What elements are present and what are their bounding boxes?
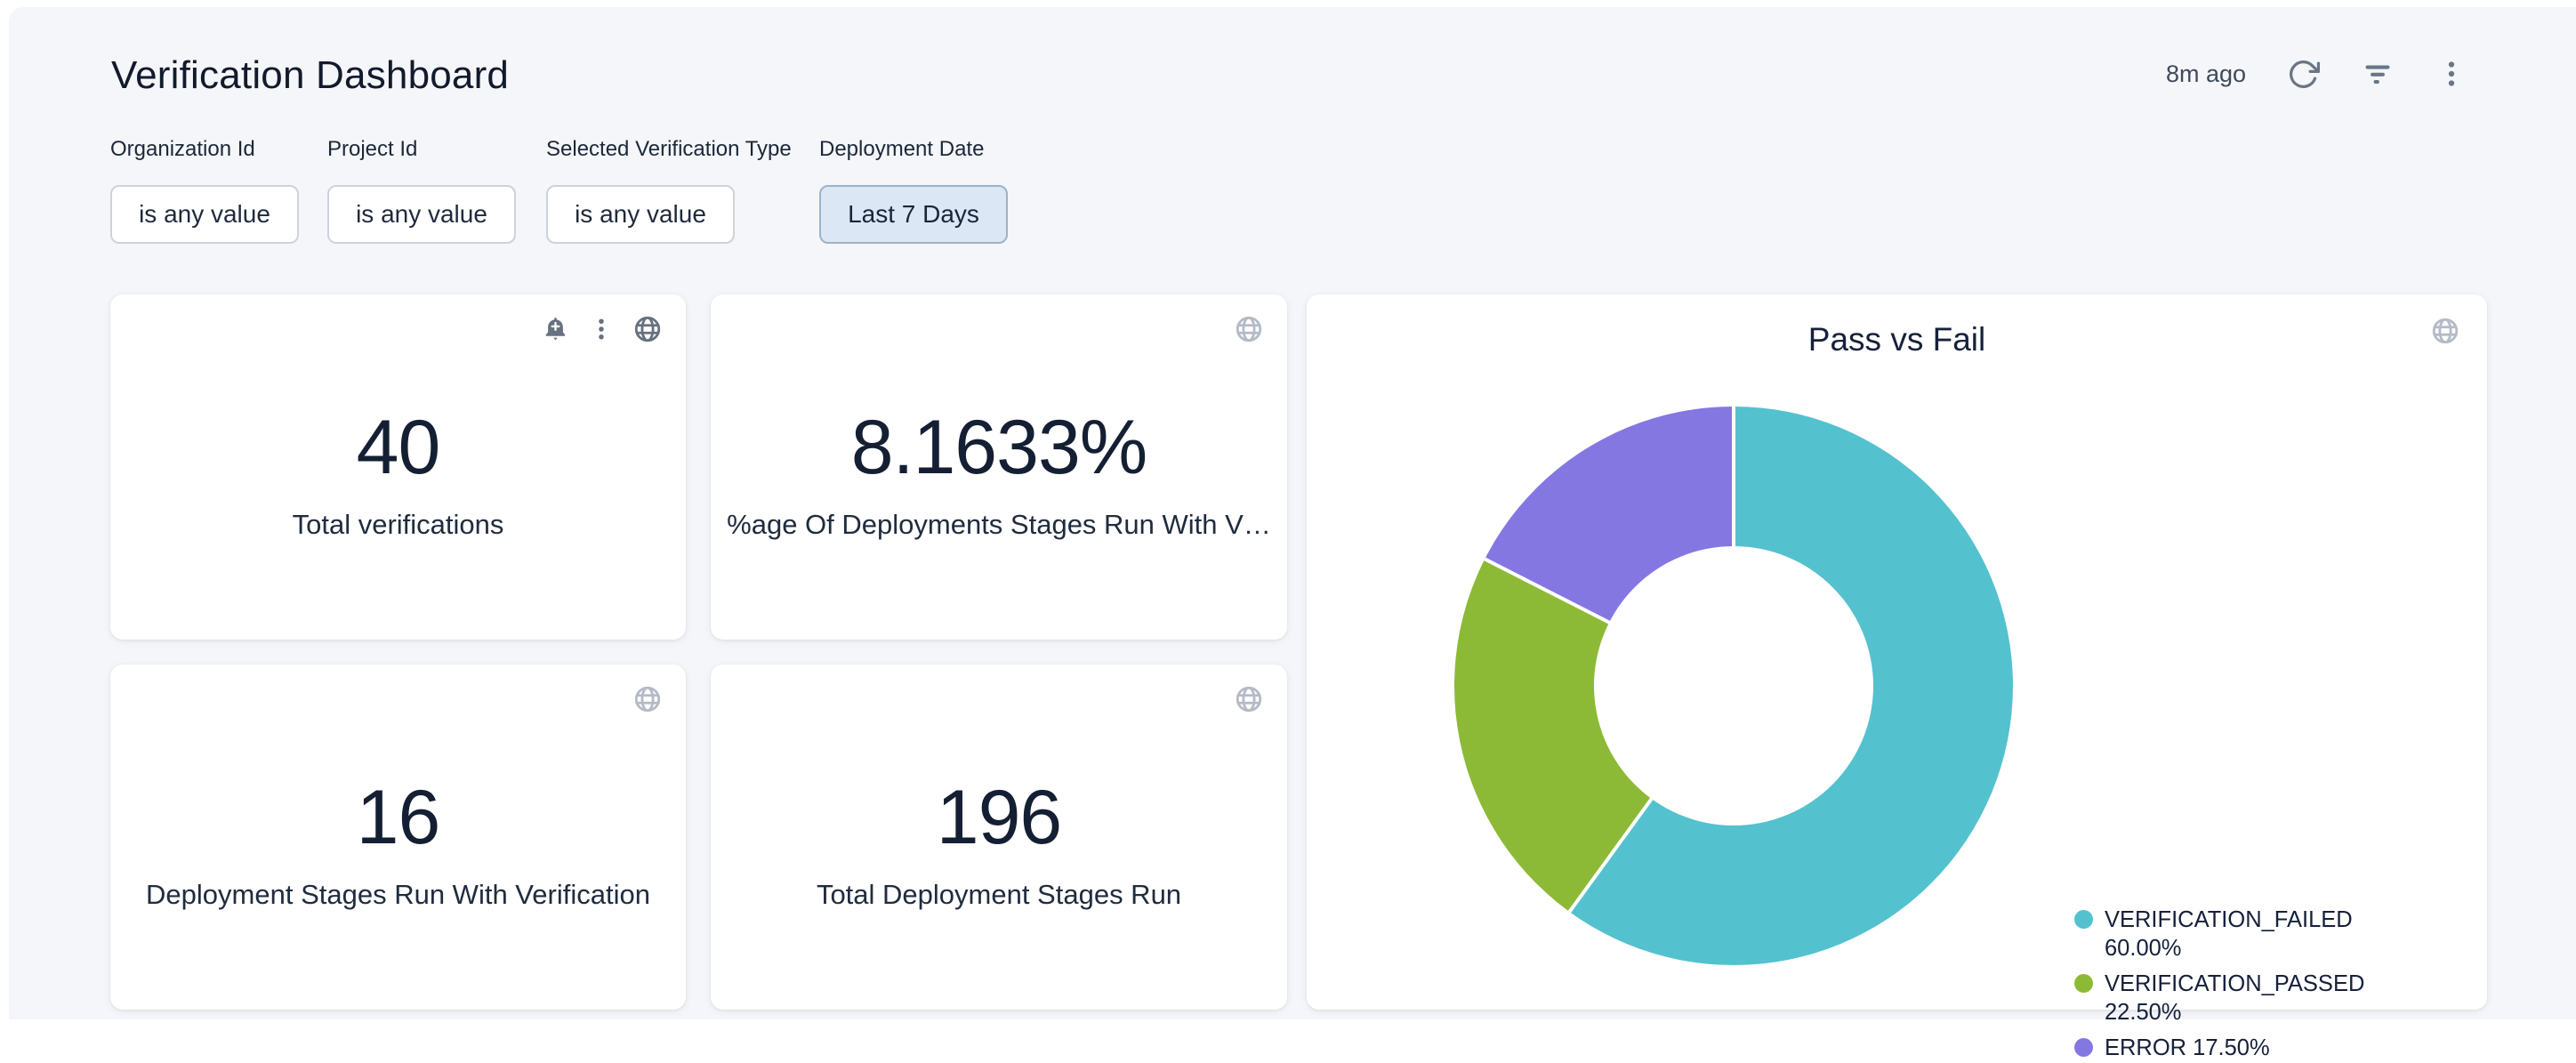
stat-label: Total Deployment Stages Run [817,879,1181,911]
header-actions: 8m ago [2166,57,2467,91]
filter-organization-id: Organization Id is any value [110,137,299,244]
tile-actions [632,684,663,714]
dashboard-background: Verification Dashboard 8m ago Organizati… [9,7,2576,1019]
donut-hole [1594,546,1873,825]
stat-value: 40 [357,406,440,490]
filter-icon[interactable] [2361,57,2395,91]
tile-actions [1234,684,1264,714]
refresh-icon[interactable] [2287,58,2320,91]
kebab-menu-icon[interactable] [588,316,615,342]
tile-actions [1234,314,1264,344]
globe-icon[interactable] [2430,316,2460,350]
globe-icon[interactable] [632,684,663,714]
legend-item[interactable]: ERROR 17.50% [2074,1035,2361,1063]
chart-legend: VERIFICATION_FAILED 60.00% VERIFICATION_… [2074,906,2361,1063]
stat-label: %age Of Deployments Stages Run With V… [727,509,1271,541]
stat-tile-percent-stages-with-verification: 8.1633% %age Of Deployments Stages Run W… [711,294,1287,640]
filter-label: Organization Id [110,137,299,162]
stat-tile-total-deployment-stages-run: 196 Total Deployment Stages Run [711,664,1287,1010]
filter-value-button[interactable]: is any value [327,185,516,244]
filter-value-button[interactable]: is any value [546,185,735,244]
filter-verification-type: Selected Verification Type is any value [546,137,792,244]
stat-tile-stages-run-with-verification: 16 Deployment Stages Run With Verificati… [110,664,686,1010]
legend-swatch [2074,910,2093,929]
legend-swatch [2074,974,2093,993]
filter-label: Selected Verification Type [546,137,792,162]
filter-label: Project Id [327,137,516,162]
chart-title: Pass vs Fail [1307,321,2487,358]
globe-icon[interactable] [632,314,663,344]
stat-label: Total verifications [293,509,504,541]
filter-value-button[interactable]: is any value [110,185,299,244]
legend-label: VERIFICATION_FAILED 60.00% [2105,906,2361,962]
stat-label: Deployment Stages Run With Verification [146,879,650,911]
legend-label: VERIFICATION_PASSED 22.50% [2105,970,2364,1027]
bell-plus-icon[interactable] [541,315,570,344]
filter-deployment-date: Deployment Date Last 7 Days [819,137,1008,244]
filter-label: Deployment Date [819,137,1008,162]
legend-item[interactable]: VERIFICATION_PASSED 22.50% [2074,970,2361,1027]
stat-value: 16 [357,776,440,860]
last-refresh-text: 8m ago [2166,60,2246,88]
page-title: Verification Dashboard [111,53,509,98]
stat-value: 196 [937,776,1062,860]
legend-item[interactable]: VERIFICATION_FAILED 60.00% [2074,906,2361,962]
donut-chart[interactable] [1454,407,2013,965]
filter-project-id: Project Id is any value [327,137,516,244]
stat-value: 8.1633% [851,406,1147,490]
kebab-menu-icon[interactable] [2435,58,2467,90]
legend-swatch [2074,1038,2093,1057]
tile-actions [541,314,663,344]
globe-icon[interactable] [1234,684,1264,714]
filter-value-button[interactable]: Last 7 Days [819,185,1008,244]
stat-tile-total-verifications: 40 Total verifications [110,294,686,640]
pass-vs-fail-panel: Pass vs Fail VERIFICATION_FAILED 60.00% … [1307,294,2487,1010]
legend-label: ERROR 17.50% [2105,1035,2270,1063]
globe-icon[interactable] [1234,314,1264,344]
